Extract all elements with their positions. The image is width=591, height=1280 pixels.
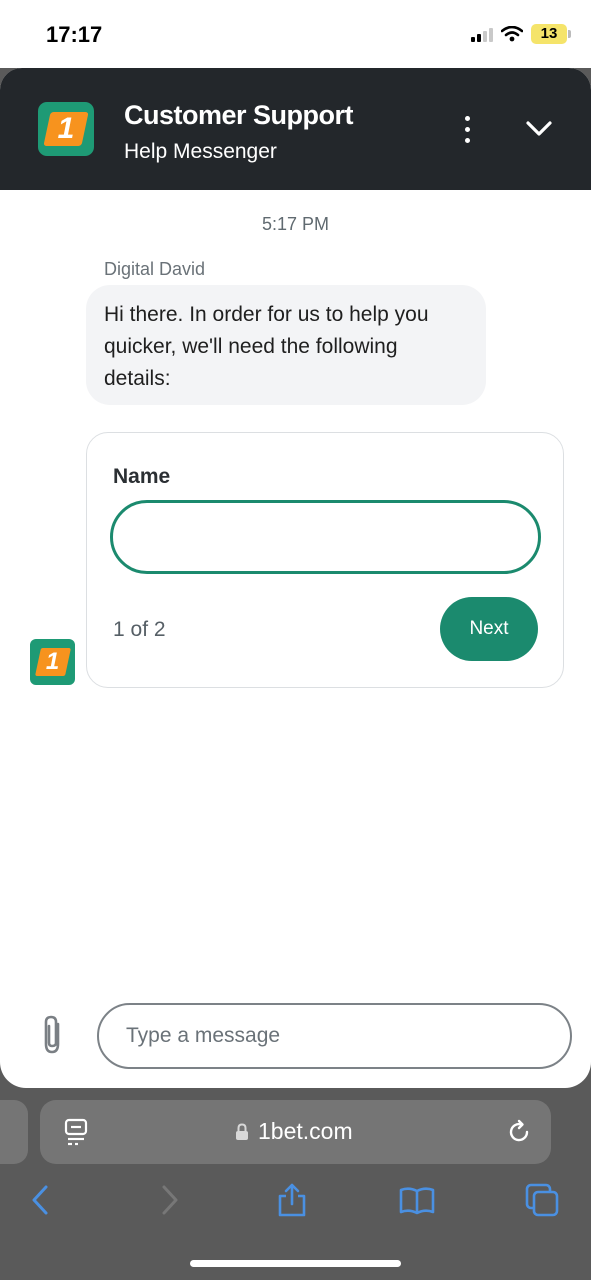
wifi-icon (501, 26, 523, 42)
status-time: 17:17 (46, 22, 103, 47)
name-input[interactable] (110, 500, 541, 574)
url-text: 1bet.com (258, 1118, 353, 1144)
back-icon[interactable] (24, 1182, 60, 1218)
details-form-card: Name 1 of 2 Next (86, 432, 564, 688)
previous-tab-edge[interactable] (0, 1100, 28, 1164)
lock-icon (236, 1123, 248, 1140)
share-icon[interactable] (274, 1182, 310, 1218)
more-vertical-icon[interactable] (456, 116, 478, 144)
cellular-signal-icon (471, 26, 493, 42)
message-timestamp: 5:17 PM (261, 214, 330, 234)
battery-indicator: 13 (531, 24, 571, 44)
message-input[interactable] (97, 1003, 572, 1069)
logo-text: 1 (57, 112, 75, 145)
message-bubble: Hi there. In order for us to help you qu… (86, 285, 486, 405)
name-field-label: Name (113, 465, 171, 488)
tabs-icon[interactable] (524, 1182, 560, 1218)
chevron-down-icon[interactable] (522, 114, 556, 144)
status-bar: 17:17 13 (0, 0, 591, 68)
next-button[interactable]: Next (440, 597, 538, 661)
forward-icon[interactable] (152, 1182, 188, 1218)
chat-panel: 1 Customer Support Help Messenger 5:17 P… (0, 68, 591, 1088)
chat-header: 1 Customer Support Help Messenger (0, 68, 591, 190)
header-subtitle: Help Messenger (124, 140, 277, 163)
home-indicator[interactable] (190, 1260, 401, 1267)
brand-logo: 1 (38, 102, 94, 156)
status-icons: 13 (471, 24, 571, 44)
reload-icon[interactable] (506, 1119, 532, 1145)
browser-toolbar: 1bet.com (0, 1088, 591, 1280)
agent-avatar: 1 (30, 639, 75, 685)
form-step-indicator: 1 of 2 (113, 618, 166, 641)
sender-name: Digital David (104, 259, 206, 279)
header-title: Customer Support (124, 100, 354, 130)
reader-icon[interactable] (64, 1118, 88, 1148)
avatar-logo-text: 1 (45, 648, 60, 675)
address-bar[interactable]: 1bet.com (40, 1100, 551, 1164)
bookmarks-icon[interactable] (399, 1182, 435, 1218)
paperclip-icon[interactable] (38, 1014, 68, 1056)
